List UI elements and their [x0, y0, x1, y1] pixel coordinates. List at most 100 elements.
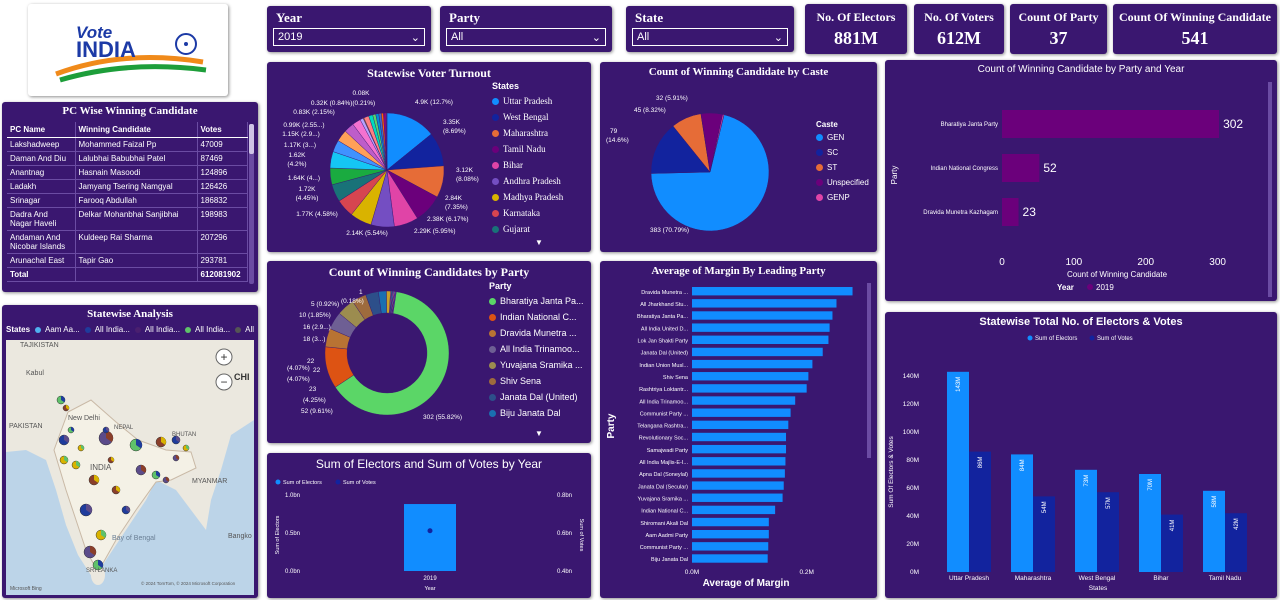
map-bubble[interactable]	[151, 470, 161, 480]
bar[interactable]	[1002, 110, 1220, 138]
bar[interactable]	[692, 444, 787, 454]
legend-item[interactable]: Maharashtra	[492, 125, 563, 141]
bar[interactable]	[692, 311, 833, 320]
scrollbar[interactable]	[1268, 82, 1272, 297]
table-row[interactable]: Srinagar Farooq Abdullah 186832	[7, 193, 248, 208]
legend-item[interactable]: Madhya Pradesh	[492, 189, 563, 205]
map-bubble[interactable]	[95, 529, 107, 541]
bar[interactable]	[692, 287, 853, 296]
legend-item[interactable]: All India...	[134, 325, 180, 334]
map-bubble[interactable]	[121, 505, 131, 515]
bar[interactable]	[692, 359, 813, 369]
legend-scroll-down-icon[interactable]: ▼	[535, 429, 543, 438]
map-bubble[interactable]	[135, 464, 147, 476]
table-row[interactable]: Arunachal East Tapir Gao 293781	[7, 253, 248, 268]
map-bubble[interactable]	[62, 404, 70, 412]
map-bubble[interactable]	[172, 454, 180, 462]
bar[interactable]	[692, 530, 769, 539]
scrollbar[interactable]	[867, 283, 871, 458]
legend-item[interactable]: ST	[816, 160, 869, 175]
legend-item[interactable]: All India...	[84, 325, 130, 334]
map-bubble[interactable]	[162, 476, 170, 484]
legend-item[interactable]: Bihar	[492, 157, 563, 173]
legend-item[interactable]: Shiv Sena	[489, 373, 584, 389]
column-header[interactable]: Votes	[197, 122, 248, 138]
bar[interactable]	[692, 493, 783, 502]
map-view[interactable]: TAJIKISTAN Kabul PAKISTAN New Delhi NEPA…	[6, 340, 254, 595]
map-bubble[interactable]	[182, 444, 190, 452]
legend-item[interactable]: All India Trinamoo...	[489, 341, 584, 357]
table-row[interactable]: Andaman And Nicobar Islands Kuldeep Rai S…	[7, 230, 248, 254]
legend-item[interactable]: West Bengal	[492, 109, 563, 125]
party-dropdown[interactable]: All ⌄	[446, 28, 606, 46]
bar[interactable]	[1002, 154, 1040, 182]
legend-item[interactable]: Andhra Pradesh	[492, 173, 563, 189]
map-bubble[interactable]	[71, 460, 81, 470]
map-bubble[interactable]	[102, 426, 110, 434]
state-dropdown[interactable]: All ⌄	[632, 28, 788, 46]
map-bubble[interactable]	[129, 438, 143, 452]
bar[interactable]	[692, 517, 769, 527]
legend-item[interactable]: Bharatiya Janta Pa...	[489, 293, 584, 309]
bar[interactable]	[692, 396, 796, 405]
bar[interactable]	[692, 408, 791, 417]
bar[interactable]	[692, 469, 785, 478]
legend-item[interactable]: GEN	[816, 130, 869, 145]
column-header[interactable]: Winning Candidate	[75, 122, 198, 138]
table-scrollbar[interactable]	[249, 124, 254, 284]
map-bubble[interactable]	[56, 395, 66, 405]
year-dropdown[interactable]: 2019 ⌄	[273, 28, 425, 46]
bar[interactable]	[692, 335, 829, 344]
table-row[interactable]: Dadra And Nagar Haveli Delkar Mohanbhai S…	[7, 207, 248, 231]
zoom-in-button[interactable]: +	[215, 348, 233, 366]
bar[interactable]	[692, 323, 830, 332]
map-bubble[interactable]	[77, 444, 85, 452]
legend-item[interactable]: Uttar Pradesh	[492, 93, 563, 109]
table-row[interactable]: Ladakh Jamyang Tsering Namgyal 126426	[7, 179, 248, 194]
map-bubble[interactable]	[83, 545, 97, 559]
bar[interactable]	[692, 384, 807, 393]
legend-item[interactable]: Dravida Munetra ...	[489, 325, 584, 341]
map-bubble[interactable]	[67, 426, 75, 434]
bar[interactable]	[1002, 198, 1019, 226]
legend-item[interactable]: SC	[816, 145, 869, 160]
bar[interactable]	[692, 372, 809, 381]
legend-item[interactable]: Aam Aa...	[35, 325, 80, 334]
bar[interactable]	[692, 457, 786, 466]
map-bubble[interactable]	[59, 455, 69, 465]
legend-item[interactable]: GENP	[816, 190, 869, 205]
bar[interactable]	[692, 481, 784, 490]
bar[interactable]	[692, 554, 768, 563]
bar[interactable]	[969, 451, 991, 572]
bar[interactable]	[692, 432, 787, 442]
bar[interactable]	[692, 420, 789, 430]
legend-item[interactable]: Indian National C...	[489, 309, 584, 325]
table-row[interactable]: Lakshadweep Mohammed Faizal Pp 47009	[7, 137, 248, 152]
legend-item[interactable]: All India...	[235, 325, 254, 334]
legend-item[interactable]: Tamil Nadu	[492, 141, 563, 157]
bar[interactable]	[692, 347, 823, 357]
legend-item[interactable]: Unspecified	[816, 175, 869, 190]
legend-item[interactable]: Janata Dal (United)	[489, 389, 584, 405]
legend-scroll-down-icon[interactable]: ▼	[535, 238, 543, 247]
zoom-out-button[interactable]: −	[215, 373, 233, 391]
legend-item[interactable]: Karnataka	[492, 205, 563, 221]
map-bubble[interactable]	[88, 474, 100, 486]
legend-item[interactable]: All India...	[184, 325, 230, 334]
table-row[interactable]: Anantnag Hasnain Masoodi 124896	[7, 165, 248, 180]
legend-item[interactable]: Gujarat	[492, 221, 563, 237]
map-bubble[interactable]	[111, 485, 121, 495]
bar[interactable]	[404, 504, 456, 571]
table-row[interactable]: Daman And Diu Lalubhai Babubhai Patel 8746…	[7, 151, 248, 166]
map-bubble[interactable]	[79, 503, 93, 517]
column-header[interactable]: PC Name	[7, 122, 76, 138]
map-bubble[interactable]	[155, 436, 167, 448]
line-point[interactable]	[427, 528, 433, 534]
legend-item[interactable]: Yuvajana Sramika ...	[489, 357, 584, 373]
bar[interactable]	[692, 299, 837, 308]
bar[interactable]	[947, 371, 969, 572]
legend-item[interactable]: Biju Janata Dal	[489, 405, 584, 421]
map-bubble[interactable]	[58, 434, 70, 446]
bar[interactable]	[692, 505, 776, 515]
bar[interactable]	[692, 542, 769, 551]
